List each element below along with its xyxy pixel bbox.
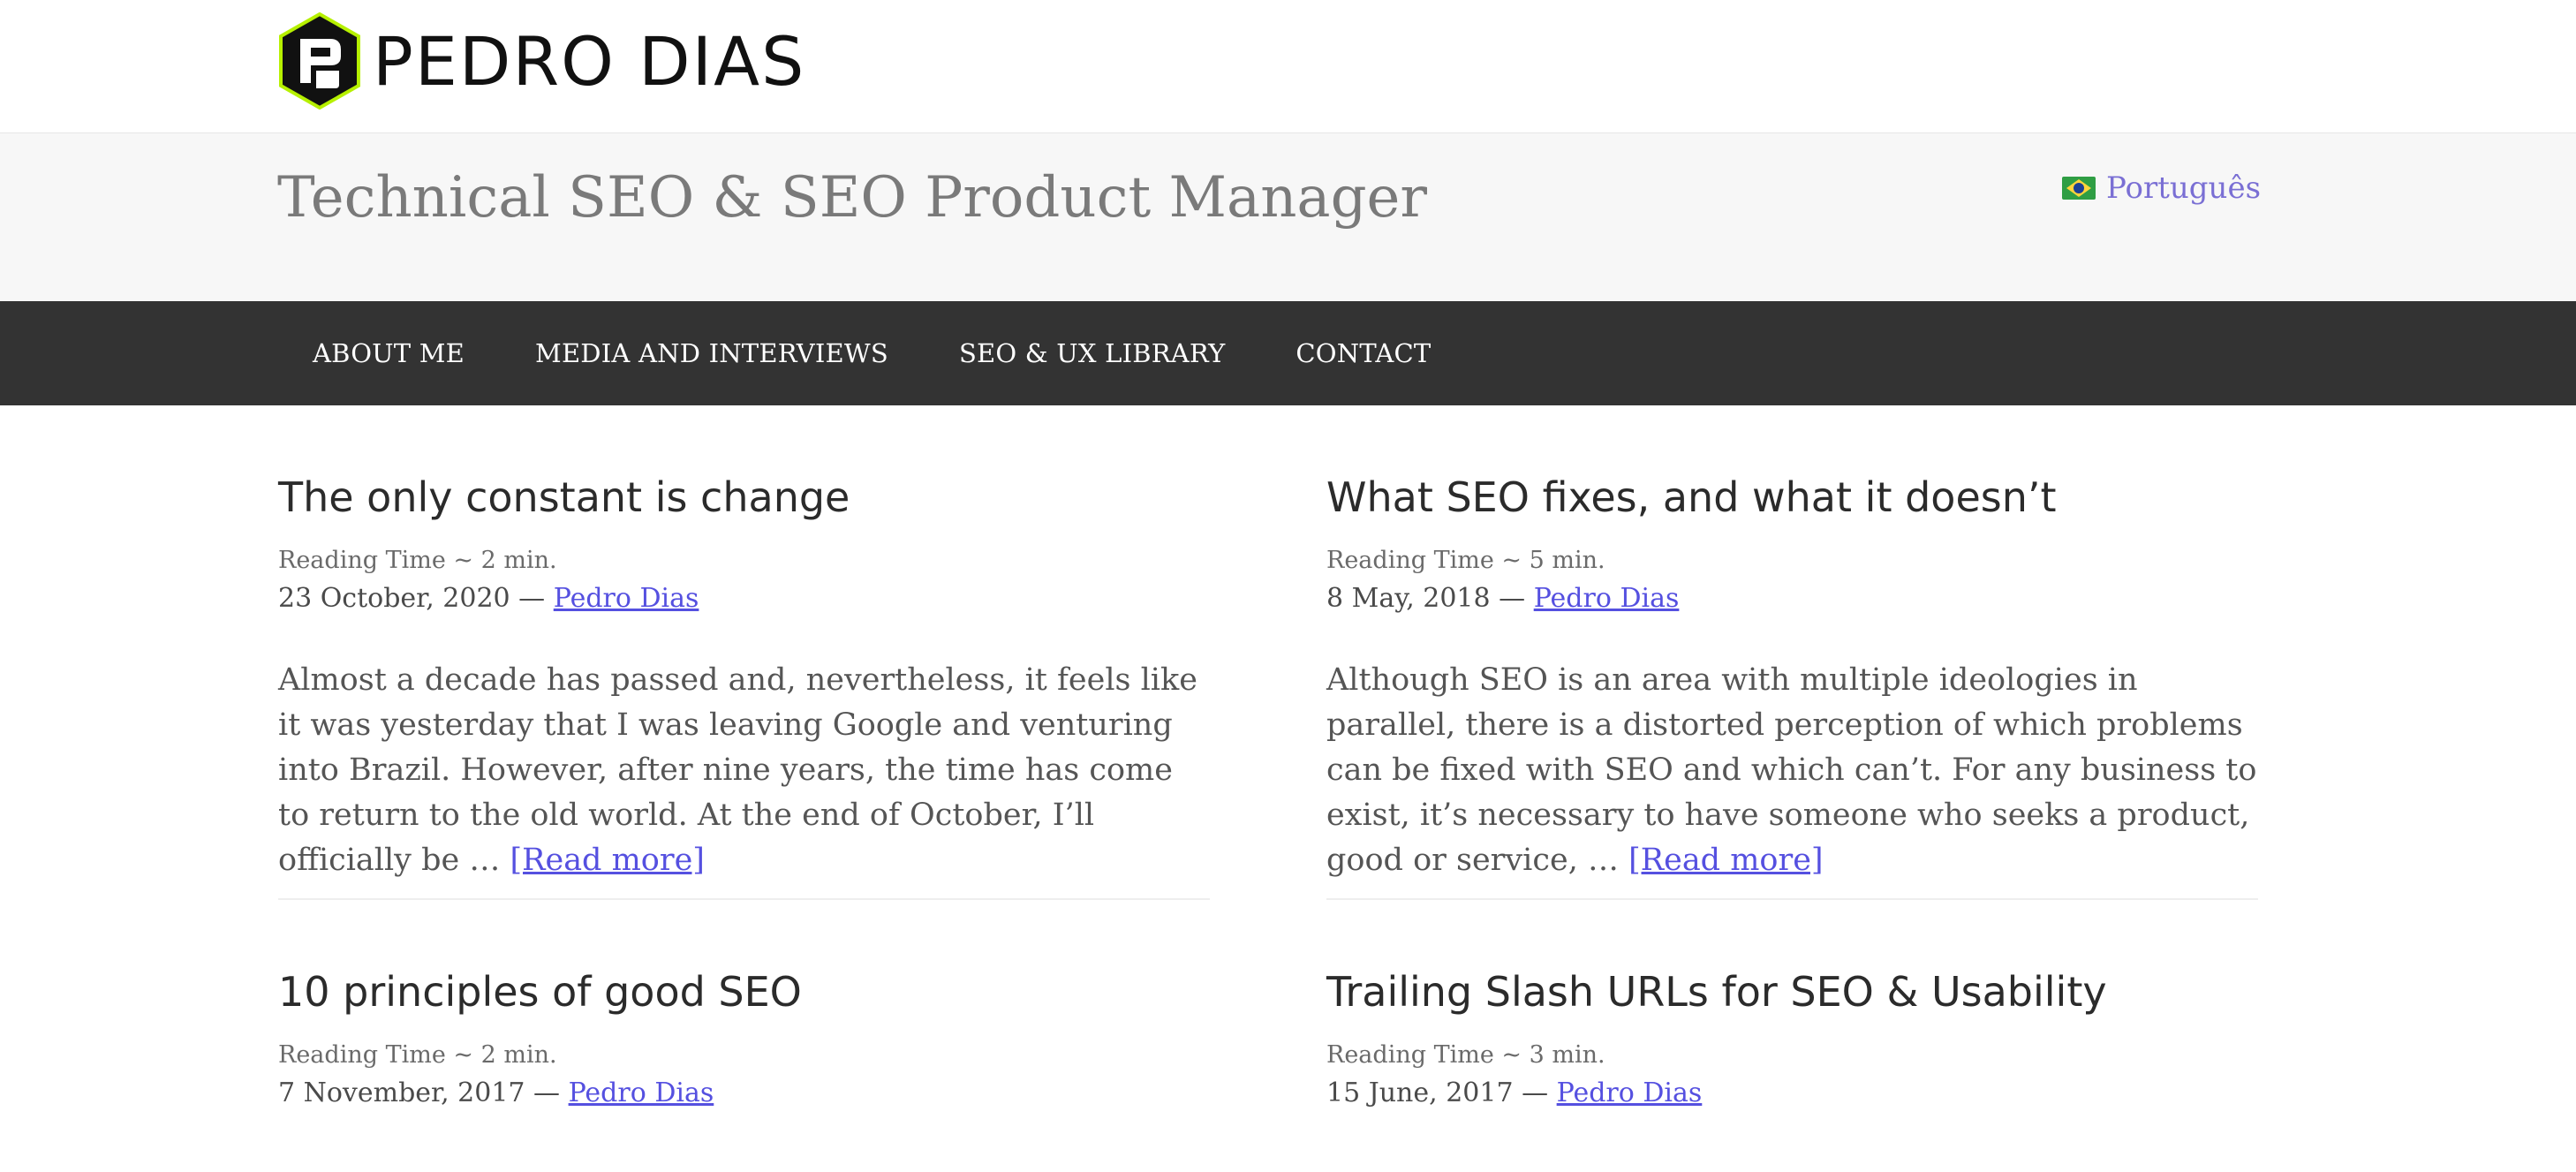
post-date: 8 May, 2018 —: [1326, 583, 1526, 615]
author-link[interactable]: Pedro Dias: [1557, 1077, 1703, 1108]
language-label: Português: [2106, 170, 2262, 206]
reading-time: Reading Time ~ 2 min.: [278, 547, 557, 575]
post-divider: [278, 898, 1210, 900]
site-header: PEDRO DIAS: [0, 0, 2576, 133]
nav-item-seo-ux-library[interactable]: SEO & UX LIBRARY: [924, 338, 1260, 368]
post-title-link[interactable]: The only constant is change: [278, 473, 1210, 522]
post-excerpt: Almost a decade has passed and, neverthe…: [278, 658, 1210, 883]
site-logo-link[interactable]: PEDRO DIAS: [277, 12, 805, 110]
tagline-band: Technical SEO & SEO Product Manager Port…: [0, 133, 2576, 301]
excerpt-text: Almost a decade has passed and, neverthe…: [278, 662, 1197, 879]
author-link[interactable]: Pedro Dias: [569, 1077, 714, 1108]
post-date: 23 October, 2020 —: [278, 583, 546, 615]
post-date: 15 June, 2017 —: [1326, 1077, 1549, 1109]
reading-time: Reading Time ~ 5 min.: [1326, 547, 1605, 575]
read-more-link[interactable]: [Read more]: [510, 843, 704, 878]
reading-time: Reading Time ~ 3 min.: [1326, 1041, 1605, 1070]
brazil-flag-icon: [2062, 177, 2096, 200]
nav-item-contact[interactable]: CONTACT: [1260, 338, 1466, 368]
author-link[interactable]: Pedro Dias: [1534, 583, 1680, 614]
post-card: The only constant is change Reading Time…: [278, 473, 1210, 883]
post-card: Trailing Slash URLs for SEO & Usability …: [1326, 968, 2258, 1108]
read-more-link[interactable]: [Read more]: [1628, 843, 1823, 878]
nav-item-media-and-interviews[interactable]: MEDIA AND INTERVIEWS: [500, 338, 924, 368]
reading-time: Reading Time ~ 2 min.: [278, 1041, 557, 1070]
nav-item-about-me[interactable]: ABOUT ME: [277, 338, 500, 368]
main-nav: ABOUT ME MEDIA AND INTERVIEWS SEO & UX L…: [0, 301, 2576, 405]
language-link-portuguese[interactable]: Português: [2062, 170, 2261, 206]
post-card: What SEO fixes, and what it doesn’t Read…: [1326, 473, 2258, 883]
post-meta: 8 May, 2018 — Pedro Dias: [1326, 583, 2258, 614]
post-title-link[interactable]: 10 principles of good SEO: [278, 968, 1210, 1017]
post-meta: 23 October, 2020 — Pedro Dias: [278, 583, 1210, 614]
post-divider: [1326, 898, 2258, 900]
author-link[interactable]: Pedro Dias: [554, 583, 699, 614]
post-meta: 15 June, 2017 — Pedro Dias: [1326, 1077, 2258, 1108]
post-excerpt: Although SEO is an area with multiple id…: [1326, 658, 2258, 883]
post-meta: 7 November, 2017 — Pedro Dias: [278, 1077, 1210, 1108]
post-title-link[interactable]: Trailing Slash URLs for SEO & Usability: [1326, 968, 2258, 1017]
page: PEDRO DIAS Technical SEO & SEO Product M…: [0, 0, 2576, 1172]
site-tagline: Technical SEO & SEO Product Manager: [277, 165, 1427, 231]
post-title-link[interactable]: What SEO fixes, and what it doesn’t: [1326, 473, 2258, 522]
post-date: 7 November, 2017 —: [278, 1077, 561, 1109]
post-card: 10 principles of good SEO Reading Time ~…: [278, 968, 1210, 1108]
logo-text: PEDRO DIAS: [373, 21, 806, 101]
logo-mark-icon: [279, 12, 360, 110]
